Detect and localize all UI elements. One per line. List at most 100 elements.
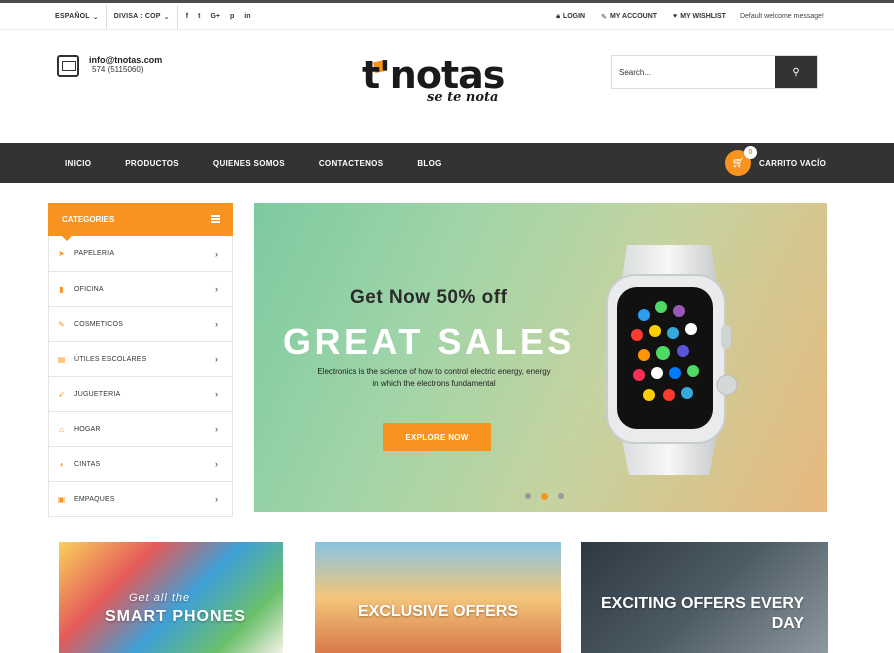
linkedin-icon[interactable]: in bbox=[244, 13, 250, 20]
currency-selector[interactable]: DIVISA : COP ⌄ bbox=[107, 4, 178, 29]
nav-items: INICIO PRODUCTOS QUIENES SOMOS CONTACTEN… bbox=[48, 143, 459, 183]
categories-list: ➤ PAPELERIA › ▮ OFICINA › ✎ COSMETICOS ›… bbox=[48, 236, 233, 517]
cart[interactable]: 🛒︎ 0 CARRITO VACÍO bbox=[725, 146, 827, 176]
logo-tagline: se te nota bbox=[427, 90, 499, 105]
banner-caption: EXCITING OFFERS EVERY DAY bbox=[601, 595, 804, 632]
hero-title: GREAT SALES bbox=[283, 321, 575, 362]
hero-slider: Get Now 50% off GREAT SALES Electronics … bbox=[254, 203, 827, 512]
book-icon: ▮ bbox=[59, 284, 64, 294]
banner-school-supplies[interactable]: Get all the SMART PHONES bbox=[59, 542, 283, 653]
brush-icon: ✎ bbox=[58, 319, 65, 329]
category-label: HOGAR bbox=[74, 425, 101, 433]
contact-info: info@tnotas.com 574 (5115060) bbox=[57, 55, 162, 77]
explore-now-button[interactable]: EXPLORE NOW bbox=[383, 423, 491, 451]
categories-menu: CATEGORIES ➤ PAPELERIA › ▮ OFICINA › ✎ C… bbox=[48, 203, 233, 517]
login-label: LOGIN bbox=[562, 13, 586, 20]
menu-icon bbox=[211, 215, 220, 223]
chevron-right-icon: › bbox=[215, 319, 218, 329]
category-label: CINTAS bbox=[74, 460, 101, 468]
cart-icon: 🛒︎ 0 bbox=[725, 146, 757, 176]
home-icon: ⌂ bbox=[59, 424, 64, 434]
heart-icon: ♥ bbox=[673, 13, 678, 20]
slider-dot[interactable] bbox=[558, 493, 564, 499]
search-button[interactable]: ⚲ bbox=[775, 56, 817, 88]
category-label: EMPAQUES bbox=[74, 495, 115, 503]
chevron-right-icon: › bbox=[215, 424, 218, 434]
tape-icon: ◖ bbox=[59, 459, 64, 469]
twitter-icon[interactable]: t bbox=[198, 13, 200, 20]
cart-count-badge: 0 bbox=[744, 146, 757, 159]
top-bar-left: ESPAÑOL ⌄ DIVISA : COP ⌄ f t G+ p in bbox=[48, 3, 261, 30]
category-label: ÚTILES ESCOLARES bbox=[74, 355, 147, 363]
social-links: f t G+ p in bbox=[178, 13, 261, 20]
nav-item-contactenos[interactable]: CONTACTENOS bbox=[302, 159, 400, 168]
google-plus-icon[interactable]: G+ bbox=[210, 13, 220, 20]
rocket-icon: ➶ bbox=[58, 389, 65, 399]
contact-email[interactable]: info@tnotas.com bbox=[89, 55, 162, 65]
chevron-right-icon: › bbox=[215, 248, 218, 259]
category-item-hogar[interactable]: ⌂ HOGAR › bbox=[49, 411, 232, 446]
banner-caption: EXCLUSIVE OFFERS bbox=[358, 603, 519, 620]
pinterest-icon[interactable]: p bbox=[230, 13, 234, 20]
lock-icon: 🔒︎ bbox=[556, 12, 560, 20]
welcome-message: Default welcome message! bbox=[739, 13, 824, 20]
banner-caption-small: Get all the bbox=[129, 592, 191, 604]
search-box: ⚲ bbox=[611, 55, 818, 89]
nav-item-quienes-somos[interactable]: QUIENES SOMOS bbox=[196, 159, 302, 168]
banner-exciting-offers[interactable]: EXCITING OFFERS EVERY DAY bbox=[581, 542, 828, 653]
contact-phone: 574 (5115060) bbox=[92, 65, 144, 74]
gift-icon: ▣ bbox=[57, 494, 66, 504]
search-input[interactable] bbox=[612, 56, 775, 88]
slider-dot[interactable] bbox=[525, 493, 531, 499]
currency-label: DIVISA : COP bbox=[113, 13, 161, 20]
language-selector[interactable]: ESPAÑOL ⌄ bbox=[48, 4, 107, 29]
books-icon: ▤ bbox=[57, 354, 66, 364]
hero-subtitle: Get Now 50% off bbox=[350, 287, 508, 308]
my-wishlist-label: MY WISHLIST bbox=[680, 13, 726, 20]
categories-title: CATEGORIES bbox=[62, 215, 115, 224]
category-label: COSMETICOS bbox=[74, 320, 124, 328]
category-label: JUGUETERIA bbox=[74, 390, 121, 398]
search-icon: ⚲ bbox=[792, 66, 800, 78]
banner-exclusive-offers[interactable]: EXCLUSIVE OFFERS bbox=[315, 542, 561, 653]
top-bar: ESPAÑOL ⌄ DIVISA : COP ⌄ f t G+ p in 🔒︎ … bbox=[0, 0, 894, 30]
category-label: OFICINA bbox=[74, 285, 104, 293]
site-logo[interactable]: t'notas se te nota bbox=[362, 52, 505, 114]
pencil-icon: ✎ bbox=[601, 13, 607, 21]
category-item-papeleria[interactable]: ➤ PAPELERIA › bbox=[49, 236, 232, 271]
cart-label: CARRITO VACÍO bbox=[759, 158, 827, 168]
category-item-jugueteria[interactable]: ➶ JUGUETERIA › bbox=[49, 376, 232, 411]
slider-dots bbox=[520, 493, 569, 500]
chevron-right-icon: › bbox=[215, 284, 218, 294]
chevron-right-icon: › bbox=[215, 494, 218, 504]
banner-caption: SMART PHONES bbox=[105, 608, 246, 625]
my-account-label: MY ACCOUNT bbox=[609, 13, 658, 20]
smartwatch-image bbox=[606, 245, 738, 475]
my-wishlist-link[interactable]: ♥ MY WISHLIST bbox=[673, 13, 726, 20]
category-item-cintas[interactable]: ◖ CINTAS › bbox=[49, 446, 232, 481]
top-bar-right: 🔒︎ LOGIN ✎ MY ACCOUNT ♥ MY WISHLIST Defa… bbox=[540, 3, 824, 30]
nav-item-inicio[interactable]: INICIO bbox=[48, 159, 108, 168]
slider-dot-active[interactable] bbox=[541, 493, 548, 500]
logo-text: t'notas bbox=[362, 53, 505, 97]
nav-item-blog[interactable]: BLOG bbox=[400, 159, 458, 168]
my-account-link[interactable]: ✎ MY ACCOUNT bbox=[601, 13, 657, 21]
chevron-right-icon: › bbox=[215, 389, 218, 399]
category-item-oficina[interactable]: ▮ OFICINA › bbox=[49, 271, 232, 306]
chevron-right-icon: › bbox=[215, 459, 218, 469]
mail-icon bbox=[57, 55, 79, 77]
category-item-empaques[interactable]: ▣ EMPAQUES › bbox=[49, 481, 232, 516]
category-item-cosmeticos[interactable]: ✎ COSMETICOS › bbox=[49, 306, 232, 341]
chevron-down-icon: ⌄ bbox=[163, 13, 170, 21]
chevron-down-icon: ⌄ bbox=[92, 13, 99, 21]
nav-item-productos[interactable]: PRODUCTOS bbox=[108, 159, 196, 168]
category-item-utiles-escolares[interactable]: ▤ ÚTILES ESCOLARES › bbox=[49, 341, 232, 376]
login-link[interactable]: 🔒︎ LOGIN bbox=[556, 13, 585, 21]
chevron-right-icon: › bbox=[215, 354, 218, 364]
facebook-icon[interactable]: f bbox=[186, 13, 188, 20]
categories-header[interactable]: CATEGORIES bbox=[48, 203, 233, 241]
paper-plane-icon: ➤ bbox=[58, 249, 65, 258]
category-label: PAPELERIA bbox=[74, 250, 115, 257]
language-label: ESPAÑOL bbox=[55, 13, 90, 20]
hero-description: Electronics is the science of how to con… bbox=[317, 367, 551, 388]
